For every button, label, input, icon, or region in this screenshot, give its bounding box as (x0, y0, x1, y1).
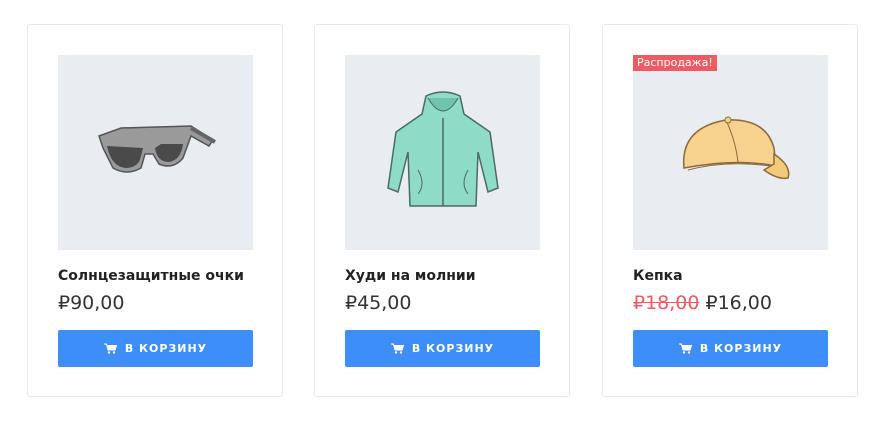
hoodie-icon (386, 90, 499, 207)
current-price: ₽90,00 (58, 292, 125, 314)
cart-icon (678, 343, 692, 354)
add-to-cart-button[interactable]: В КОРЗИНУ (58, 330, 253, 367)
product-image[interactable]: Распродажа! (633, 55, 828, 250)
cart-icon (390, 343, 404, 354)
add-to-cart-button[interactable]: В КОРЗИНУ (633, 330, 828, 367)
add-to-cart-button[interactable]: В КОРЗИНУ (345, 330, 540, 367)
cart-icon (103, 343, 117, 354)
add-to-cart-label: В КОРЗИНУ (124, 342, 208, 355)
product-price: ₽90,00 (58, 292, 124, 314)
product-image[interactable] (345, 55, 540, 250)
add-to-cart-label: В КОРЗИНУ (411, 342, 495, 355)
product-price: ₽18,00 ₽16,00 (633, 292, 772, 314)
sunglasses-icon (97, 124, 216, 173)
product-card: Распродажа! Кепка ₽18,00 ₽16,00 В КОРЗИНУ (602, 24, 858, 397)
product-image[interactable] (58, 55, 253, 250)
product-price: ₽45,00 (345, 292, 411, 314)
product-title[interactable]: Солнцезащитные очки (58, 268, 244, 284)
sale-badge: Распродажа! (633, 55, 717, 71)
cap-icon (682, 116, 789, 179)
current-price: ₽45,00 (345, 292, 412, 314)
product-title[interactable]: Кепка (633, 268, 683, 284)
product-title[interactable]: Худи на молнии (345, 268, 476, 284)
current-price: ₽16,00 (705, 292, 772, 314)
product-grid: Солнцезащитные очки ₽90,00 В КОРЗИНУ Худ… (0, 0, 884, 422)
product-card: Солнцезащитные очки ₽90,00 В КОРЗИНУ (27, 24, 283, 397)
product-card: Худи на молнии ₽45,00 В КОРЗИНУ (314, 24, 570, 397)
old-price: ₽18,00 (633, 292, 700, 314)
add-to-cart-label: В КОРЗИНУ (699, 342, 783, 355)
